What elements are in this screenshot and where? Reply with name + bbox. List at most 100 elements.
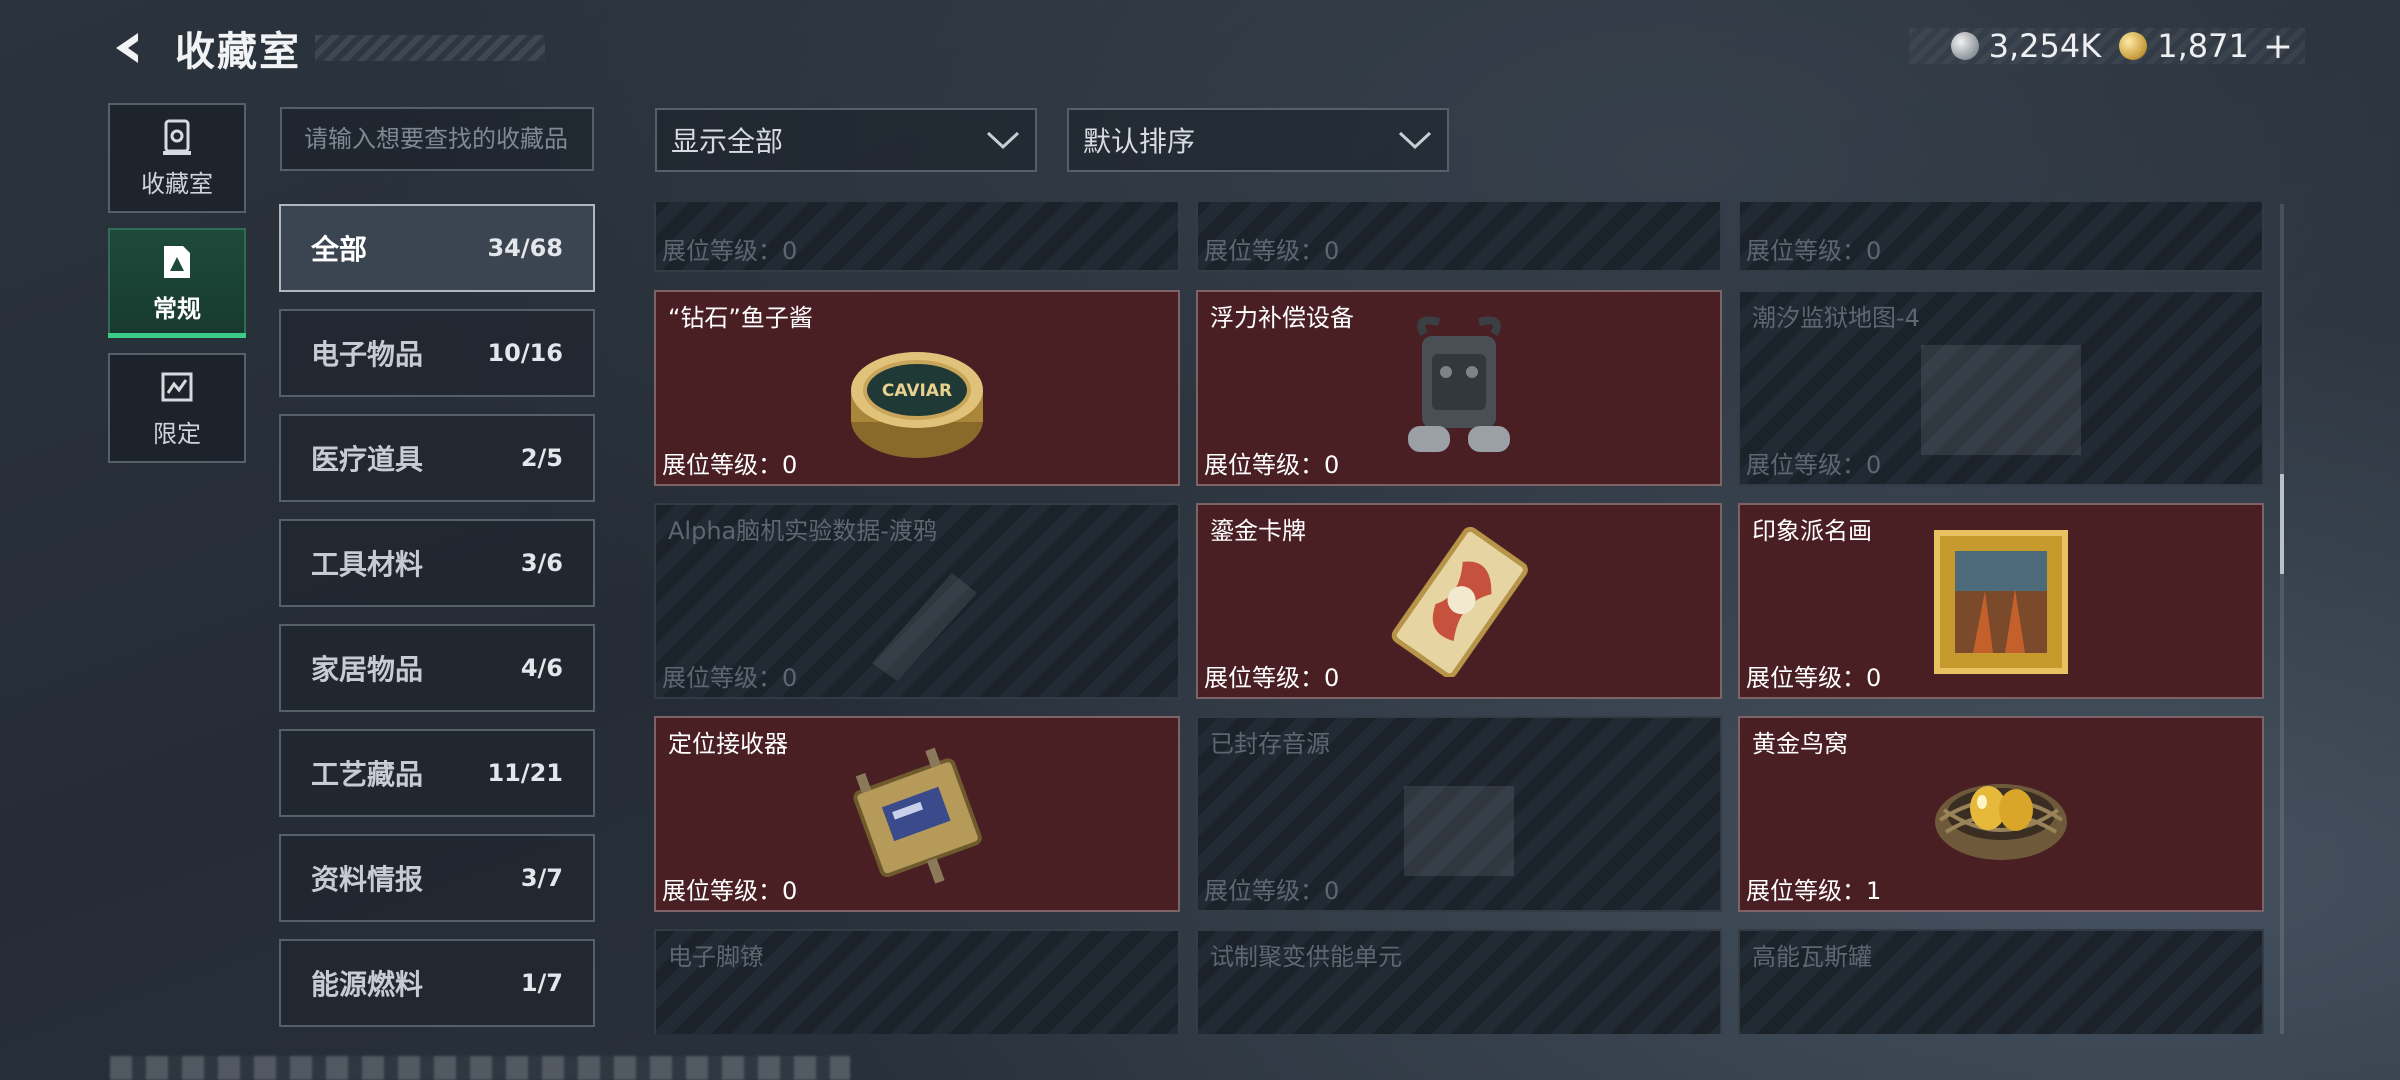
item-name: 定位接收器 (668, 730, 788, 758)
collection-item[interactable]: “钻石”鱼子酱 CAVIAR 展位等级：0 (654, 290, 1180, 486)
tab-label: 收藏室 (141, 169, 213, 198)
painting-icon (1934, 530, 2068, 674)
collection-item[interactable]: 浮力补偿设备 展位等级：0 (1196, 290, 1722, 486)
item-name: 鎏金卡牌 (1210, 517, 1306, 545)
search-input[interactable] (280, 107, 594, 171)
category-all[interactable]: 全部 34/68 (279, 204, 595, 292)
item-level: 展位等级：0 (1746, 451, 1882, 479)
collection-item[interactable]: 印象派名画 展位等级：0 (1738, 503, 2264, 699)
silver-currency: 3,254K (1950, 27, 2102, 65)
silver-amount: 3,254K (1988, 27, 2102, 65)
item-name: 印象派名画 (1752, 517, 1872, 545)
tab-label: 常规 (153, 294, 201, 323)
collection-item[interactable]: 鎏金卡牌 展位等级：0 (1196, 503, 1722, 699)
category-count: 11/21 (487, 759, 563, 787)
category-electronics[interactable]: 电子物品 10/16 (279, 309, 595, 397)
gold-amount: 1,871 (2157, 27, 2249, 65)
filter-value: 显示全部 (671, 125, 784, 158)
item-level: 展位等级：0 (662, 877, 798, 905)
collection-item[interactable]: 展位等级：0 (1196, 202, 1722, 272)
scrollbar-thumb[interactable] (2280, 474, 2284, 574)
collection-item[interactable]: 高能瓦斯罐 展位等级： (1738, 929, 2264, 1034)
data-drive-icon (872, 573, 977, 681)
gold-currency[interactable]: 1,871 + (2119, 26, 2293, 67)
collection-item[interactable]: 潮汐监狱地图-4 展位等级：0 (1738, 290, 2264, 486)
trophy-icon (163, 119, 191, 155)
category-tools[interactable]: 工具材料 3/6 (279, 519, 595, 607)
grid-scrollbar[interactable] (2280, 204, 2284, 1034)
gold-coin-icon (2119, 32, 2148, 60)
category-energy[interactable]: 能源燃料 1/7 (279, 939, 595, 1027)
tab-collection[interactable]: 收藏室 (108, 103, 246, 213)
svg-text:CAVIAR: CAVIAR (882, 381, 952, 401)
item-level: 展位等级：0 (662, 237, 798, 265)
caviar-tin-icon: CAVIAR (851, 352, 983, 458)
category-count: 3/6 (520, 549, 563, 577)
tab-regular[interactable]: 常规 (108, 228, 246, 338)
category-household[interactable]: 家居物品 4/6 (279, 624, 595, 712)
category-count: 2/5 (520, 444, 563, 472)
item-level: 展位等级：0 (1746, 237, 1882, 265)
item-name: 潮汐监狱地图-4 (1752, 304, 1920, 332)
item-level: 展位等级：0 (662, 451, 798, 479)
item-name: 已封存音源 (1210, 730, 1330, 758)
chevron-down-icon (986, 131, 1020, 150)
item-level: 展位等级：0 (1746, 664, 1882, 692)
category-crafts[interactable]: 工艺藏品 11/21 (279, 729, 595, 817)
collection-item[interactable]: 展位等级：0 (1738, 202, 2264, 272)
category-count: 1/7 (520, 969, 563, 997)
item-level: 展位等级：0 (1204, 451, 1340, 479)
tab-limited[interactable]: 限定 (108, 353, 246, 463)
footer-text-blurred (110, 1056, 850, 1080)
sort-value: 默认排序 (1083, 125, 1196, 158)
item-level: 展位等级：0 (662, 664, 798, 692)
collection-item[interactable]: 电子脚镣 展位等级： (654, 929, 1180, 1034)
back-arrow-icon[interactable] (105, 24, 153, 72)
category-name: 工具材料 (311, 548, 424, 581)
item-level: 展位等级：0 (1204, 877, 1340, 905)
sort-dropdown[interactable]: 默认排序 (1067, 108, 1449, 172)
category-count: 34/68 (487, 234, 563, 262)
category-count: 10/16 (487, 339, 563, 367)
item-name: “钻石”鱼子酱 (668, 304, 813, 332)
category-list: 全部 34/68 电子物品 10/16 医疗道具 2/5 工具材料 3/6 家居… (279, 204, 595, 1044)
title-decoration (315, 35, 545, 61)
silver-coin-icon (1950, 32, 1979, 60)
category-count: 4/6 (520, 654, 563, 682)
collection-grid: 展位等级：0 展位等级：0 展位等级：0 “钻石”鱼子酱 CAVIAR 展位等级… (654, 202, 2266, 1034)
category-name: 工艺藏品 (311, 758, 424, 791)
map-icon (1921, 345, 2081, 455)
category-name: 医疗道具 (311, 443, 424, 476)
collection-item[interactable]: 定位接收器 展位等级：0 (654, 716, 1180, 912)
category-medical[interactable]: 医疗道具 2/5 (279, 414, 595, 502)
item-name: Alpha脑机实验数据-渡鸦 (668, 517, 937, 545)
category-intel[interactable]: 资料情报 3/7 (279, 834, 595, 922)
collection-item[interactable]: 展位等级：0 (654, 202, 1180, 272)
item-level: 展位等级：0 (1204, 237, 1340, 265)
item-name: 黄金鸟窝 (1752, 730, 1848, 758)
filter-dropdown[interactable]: 显示全部 (655, 108, 1037, 172)
collection-item[interactable]: 黄金鸟窝 展位等级：1 (1738, 716, 2264, 912)
item-level: 展位等级：1 (1746, 877, 1882, 905)
category-name: 电子物品 (311, 338, 424, 371)
category-count: 3/7 (520, 864, 563, 892)
item-name: 浮力补偿设备 (1210, 304, 1354, 332)
category-name: 资料情报 (311, 863, 424, 896)
add-currency-button[interactable]: + (2263, 26, 2293, 67)
item-name: 高能瓦斯罐 (1752, 943, 1872, 971)
collection-item[interactable]: 试制聚变供能单元 展位等级： (1196, 929, 1722, 1034)
currency-bar: 3,254K 1,871 + (1908, 26, 2305, 67)
audio-source-icon (1404, 786, 1514, 876)
header: 收藏室 (105, 22, 545, 75)
document-icon (164, 245, 190, 278)
collection-item[interactable]: Alpha脑机实验数据-渡鸦 展位等级：0 (654, 503, 1180, 699)
gold-card-icon (1391, 527, 1528, 677)
limited-icon (161, 372, 193, 401)
collection-item[interactable]: 已封存音源 展位等级：0 (1196, 716, 1722, 912)
category-name: 家居物品 (311, 653, 424, 686)
item-name: 电子脚镣 (668, 943, 764, 971)
item-level: 展位等级：0 (1204, 664, 1340, 692)
page-title: 收藏室 (175, 29, 301, 75)
golden-nest-icon (1935, 784, 2067, 860)
side-tabs: 收藏室 常规 限定 (108, 103, 246, 478)
